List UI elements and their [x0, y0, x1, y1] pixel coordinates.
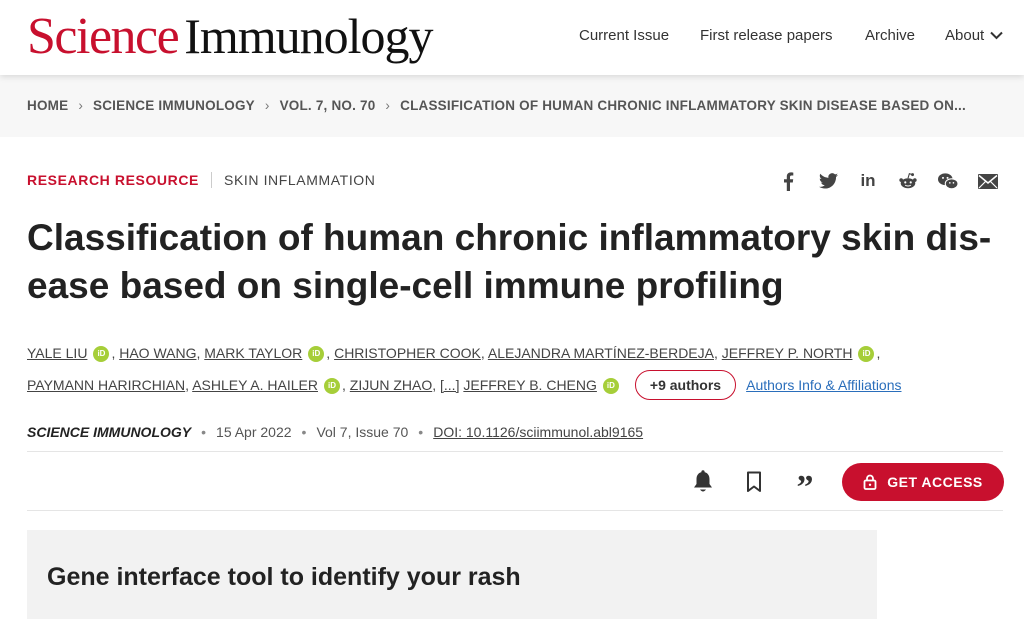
email-icon[interactable] [978, 171, 998, 191]
breadcrumb: HOME › SCIENCE IMMUNOLOGY › VOL. 7, NO. … [27, 98, 966, 113]
bell-icon[interactable] [689, 468, 717, 496]
chevron-right-icon: › [78, 98, 84, 113]
orcid-icon[interactable]: iD [308, 346, 325, 363]
author-link[interactable]: ZIJUN ZHAO [350, 377, 432, 393]
lock-icon [863, 474, 877, 490]
orcid-icon[interactable]: iD [602, 378, 619, 395]
author-link[interactable]: HAO WANG [119, 345, 196, 361]
breadcrumb-home[interactable]: HOME [27, 98, 68, 113]
author-link[interactable]: CHRISTOPHER COOK [334, 345, 481, 361]
breadcrumb-journal[interactable]: SCIENCE IMMUNOLOGY [93, 98, 255, 113]
orcid-icon[interactable]: iD [858, 346, 875, 363]
divider [27, 510, 1003, 511]
meta-date: 15 Apr 2022 [216, 424, 292, 440]
wechat-icon[interactable] [938, 171, 958, 191]
nav-first-release[interactable]: First release papers [700, 27, 833, 44]
teaser-box: Gene interface tool to identify your ras… [27, 530, 877, 619]
meta-separator: • [301, 424, 307, 440]
logo-science: Science [27, 8, 180, 65]
linkedin-icon[interactable]: in [858, 171, 878, 191]
author-list: YALE LIU iD, HAO WANG, MARK TAYLOR iD, CHR… [27, 337, 1007, 401]
nav-about-label: About [945, 27, 985, 44]
author-link[interactable]: PAYMANN HARIRCHIAN [27, 377, 185, 393]
author-link[interactable]: ALEJANDRA MARTÍNEZ-BERDEJA [488, 345, 714, 361]
facebook-icon[interactable] [778, 171, 798, 191]
bookmark-icon[interactable] [740, 468, 768, 496]
article-meta: SCIENCE IMMUNOLOGY • 15 Apr 2022 • Vol 7… [27, 424, 643, 440]
nav-current-issue[interactable]: Current Issue [579, 27, 669, 44]
site-logo[interactable]: Science Immunology [27, 6, 434, 66]
reddit-icon[interactable] [898, 171, 918, 191]
orcid-icon[interactable]: iD [93, 346, 110, 363]
meta-separator: • [201, 424, 207, 440]
article-category[interactable]: SKIN INFLAMMATION [224, 172, 376, 188]
chevron-right-icon: › [264, 98, 270, 113]
kicker-divider [211, 172, 212, 188]
orcid-icon[interactable]: iD [324, 378, 340, 395]
author-link[interactable]: ASHLEY A. HAILER [192, 377, 318, 393]
nav-archive[interactable]: Archive [865, 27, 915, 44]
breadcrumb-article: CLASSIFICATION OF HUMAN CHRONIC INFLAMMA… [400, 98, 966, 113]
quote-icon[interactable]: ” [791, 462, 819, 505]
share-bar: in [778, 171, 998, 191]
authors-affiliations-link[interactable]: Authors Info & Affiliations [746, 377, 901, 393]
article-title: Classification of human chronic inflamma… [27, 217, 992, 306]
breadcrumb-issue[interactable]: VOL. 7, NO. 70 [280, 98, 376, 113]
meta-volume[interactable]: Vol 7, Issue 70 [316, 424, 408, 440]
article-tools: ” GET ACCESS [689, 462, 1004, 505]
article-type: RESEARCH RESOURCE [27, 172, 199, 188]
divider [27, 451, 1003, 452]
get-access-label: GET ACCESS [887, 474, 983, 490]
author-link[interactable]: YALE LIU [27, 345, 87, 361]
author-link[interactable]: JEFFREY B. CHENG [463, 377, 597, 393]
teaser-heading: Gene interface tool to identify your ras… [47, 563, 521, 591]
get-access-button[interactable]: GET ACCESS [842, 463, 1004, 501]
chevron-down-icon [990, 31, 1003, 40]
author-link[interactable]: MARK TAYLOR [204, 345, 302, 361]
site-header: Science Immunology Current Issue First re… [0, 0, 1024, 75]
twitter-icon[interactable] [818, 171, 838, 191]
more-authors-button[interactable]: +9 authors [634, 370, 737, 400]
meta-separator: • [418, 424, 424, 440]
nav-about[interactable]: About [945, 27, 1003, 44]
author-link[interactable]: JEFFREY P. NORTH [722, 345, 853, 361]
meta-journal[interactable]: SCIENCE IMMUNOLOGY [27, 424, 191, 440]
authors-ellipsis[interactable]: [...] [440, 377, 459, 393]
meta-doi[interactable]: DOI: 10.1126/sciimmunol.abl9165 [433, 424, 643, 440]
chevron-right-icon: › [385, 98, 391, 113]
logo-immunology: Immunology [184, 8, 433, 64]
article-kicker: RESEARCH RESOURCE SKIN INFLAMMATION [27, 172, 376, 188]
